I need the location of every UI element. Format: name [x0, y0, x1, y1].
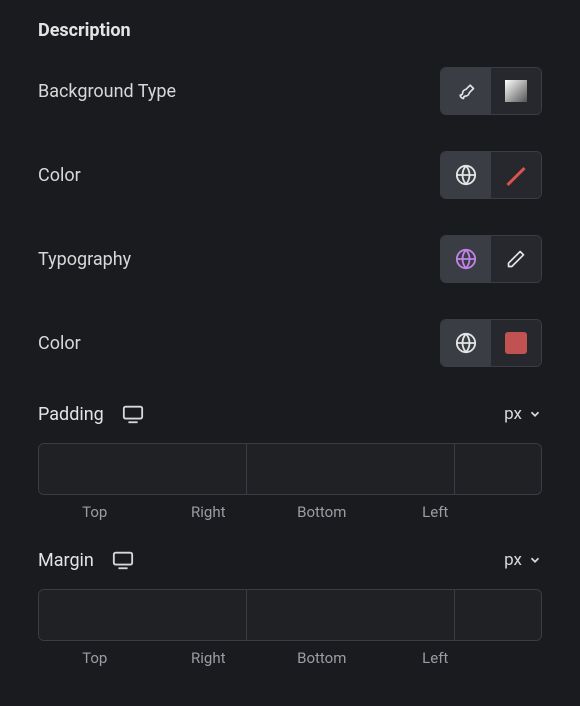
padding-left-label: Left [379, 503, 493, 521]
margin-top-label: Top [38, 649, 152, 667]
margin-bottom-label: Bottom [265, 649, 379, 667]
margin-left-label: Left [379, 649, 493, 667]
padding-unit-select[interactable]: px [504, 404, 542, 424]
color-swatch-icon [505, 332, 527, 354]
responsive-button[interactable] [112, 549, 134, 571]
padding-bottom-input[interactable] [455, 444, 542, 494]
typography-control [440, 235, 542, 283]
no-color-icon [502, 161, 530, 189]
margin-side-labels: Top Right Bottom Left [38, 649, 542, 667]
padding-bottom-label: Bottom [265, 503, 379, 521]
margin-inputs [38, 589, 542, 641]
row-color-1: Color [38, 151, 542, 199]
margin-bottom-input[interactable] [455, 590, 542, 640]
label-padding: Padding [38, 404, 104, 425]
row-background-type: Background Type [38, 67, 542, 115]
margin-unit-value: px [504, 550, 522, 570]
padding-header: Padding px [38, 403, 542, 425]
row-typography: Typography [38, 235, 542, 283]
padding-top-input[interactable] [39, 444, 247, 494]
chevron-down-icon [528, 407, 542, 421]
brush-icon [456, 81, 476, 101]
bg-type-gradient-button[interactable] [491, 68, 541, 114]
color-2-control [440, 319, 542, 367]
globe-icon [455, 248, 477, 270]
margin-header: Margin px [38, 549, 542, 571]
padding-right-input[interactable] [247, 444, 455, 494]
desktop-icon [112, 549, 134, 571]
margin-unit-select[interactable]: px [504, 550, 542, 570]
color-1-control [440, 151, 542, 199]
responsive-button[interactable] [122, 403, 144, 425]
typography-global-button[interactable] [441, 236, 491, 282]
margin-top-input[interactable] [39, 590, 247, 640]
label-margin: Margin [38, 550, 94, 571]
globe-icon [455, 332, 477, 354]
margin-right-input[interactable] [247, 590, 455, 640]
label-background-type: Background Type [38, 81, 176, 102]
label-color-2: Color [38, 333, 81, 354]
background-type-toggle [440, 67, 542, 115]
color-1-global-button[interactable] [441, 152, 491, 198]
padding-right-label: Right [152, 503, 266, 521]
margin-right-label: Right [152, 649, 266, 667]
color-2-global-button[interactable] [441, 320, 491, 366]
label-color-1: Color [38, 165, 81, 186]
typography-edit-button[interactable] [491, 236, 541, 282]
padding-side-labels: Top Right Bottom Left [38, 503, 542, 521]
globe-icon [455, 164, 477, 186]
bg-type-classic-button[interactable] [441, 68, 491, 114]
desktop-icon [122, 403, 144, 425]
label-typography: Typography [38, 249, 131, 270]
padding-unit-value: px [504, 404, 522, 424]
color-1-picker-button[interactable] [491, 152, 541, 198]
pencil-icon [506, 249, 526, 269]
padding-top-label: Top [38, 503, 152, 521]
color-2-picker-button[interactable] [491, 320, 541, 366]
row-color-2: Color [38, 319, 542, 367]
section-title: Description [38, 20, 542, 41]
chevron-down-icon [528, 553, 542, 567]
gradient-icon [505, 80, 527, 102]
padding-inputs [38, 443, 542, 495]
